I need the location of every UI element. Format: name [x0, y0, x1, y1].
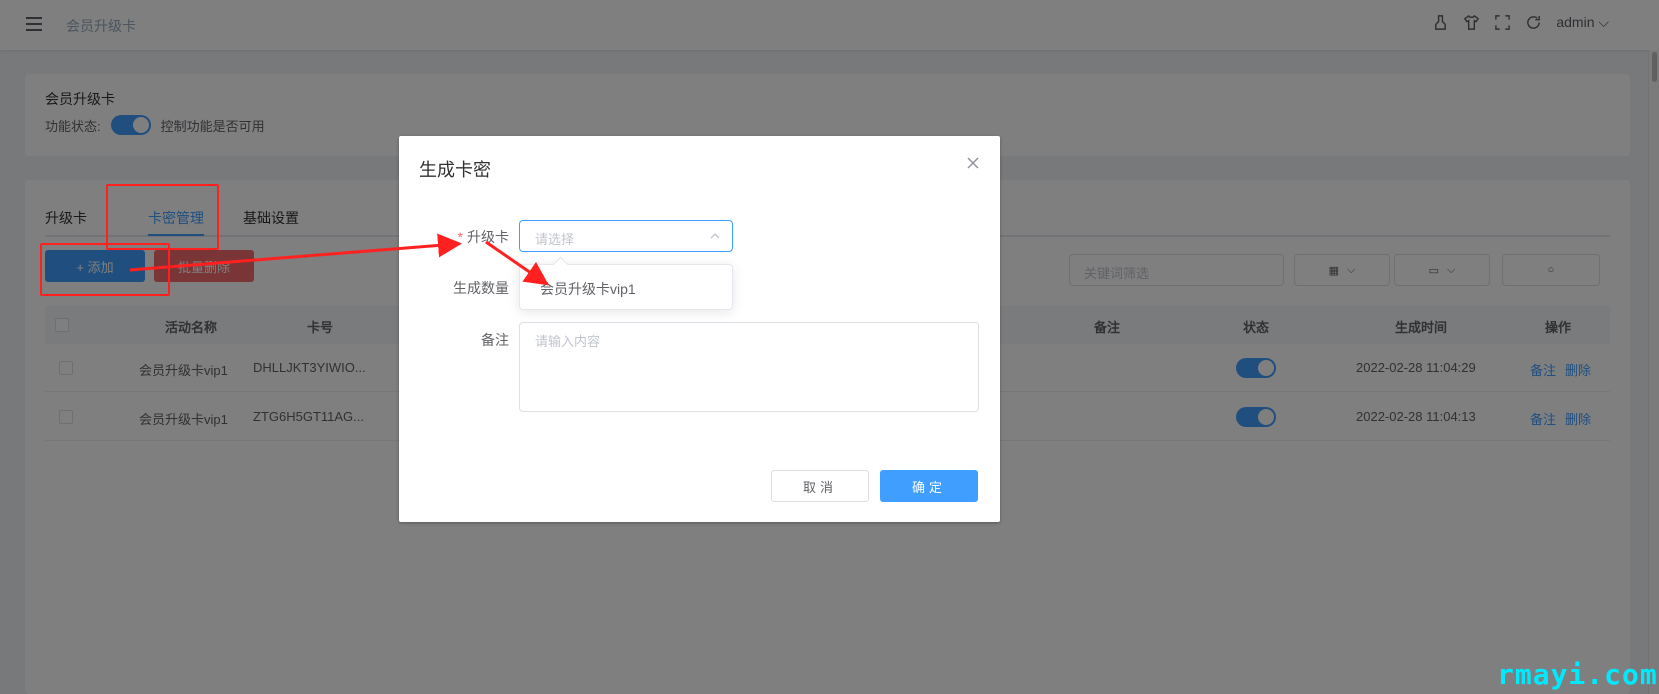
remark-label: 备注	[481, 332, 509, 348]
dialog-title: 生成卡密	[419, 160, 491, 180]
close-icon[interactable]	[966, 156, 980, 170]
select-dropdown: 会员升级卡vip1	[519, 264, 733, 310]
cancel-button[interactable]: 取消	[771, 470, 869, 502]
upgrade-card-select[interactable]: 请选择	[519, 220, 733, 252]
dropdown-option[interactable]: 会员升级卡vip1	[540, 279, 636, 299]
chevron-up-icon	[710, 233, 720, 239]
annotation-box-add	[40, 243, 170, 296]
watermark-text: rmayi.com	[1497, 658, 1658, 691]
annotation-box-tab	[106, 184, 219, 250]
upgrade-card-label-text: 升级卡	[467, 229, 509, 245]
upgrade-card-label: * 升级卡	[399, 227, 509, 247]
quantity-label: 生成数量	[453, 280, 509, 296]
confirm-button[interactable]: 确定	[880, 470, 978, 502]
select-placeholder: 请选择	[535, 232, 575, 247]
required-mark: *	[457, 229, 463, 245]
remark-textarea[interactable]: 请输入内容	[519, 322, 979, 412]
generate-card-dialog: 生成卡密 * 升级卡 请选择 生成数量 备注 请输入内容 会员升级卡vip1 取消…	[399, 136, 1000, 522]
